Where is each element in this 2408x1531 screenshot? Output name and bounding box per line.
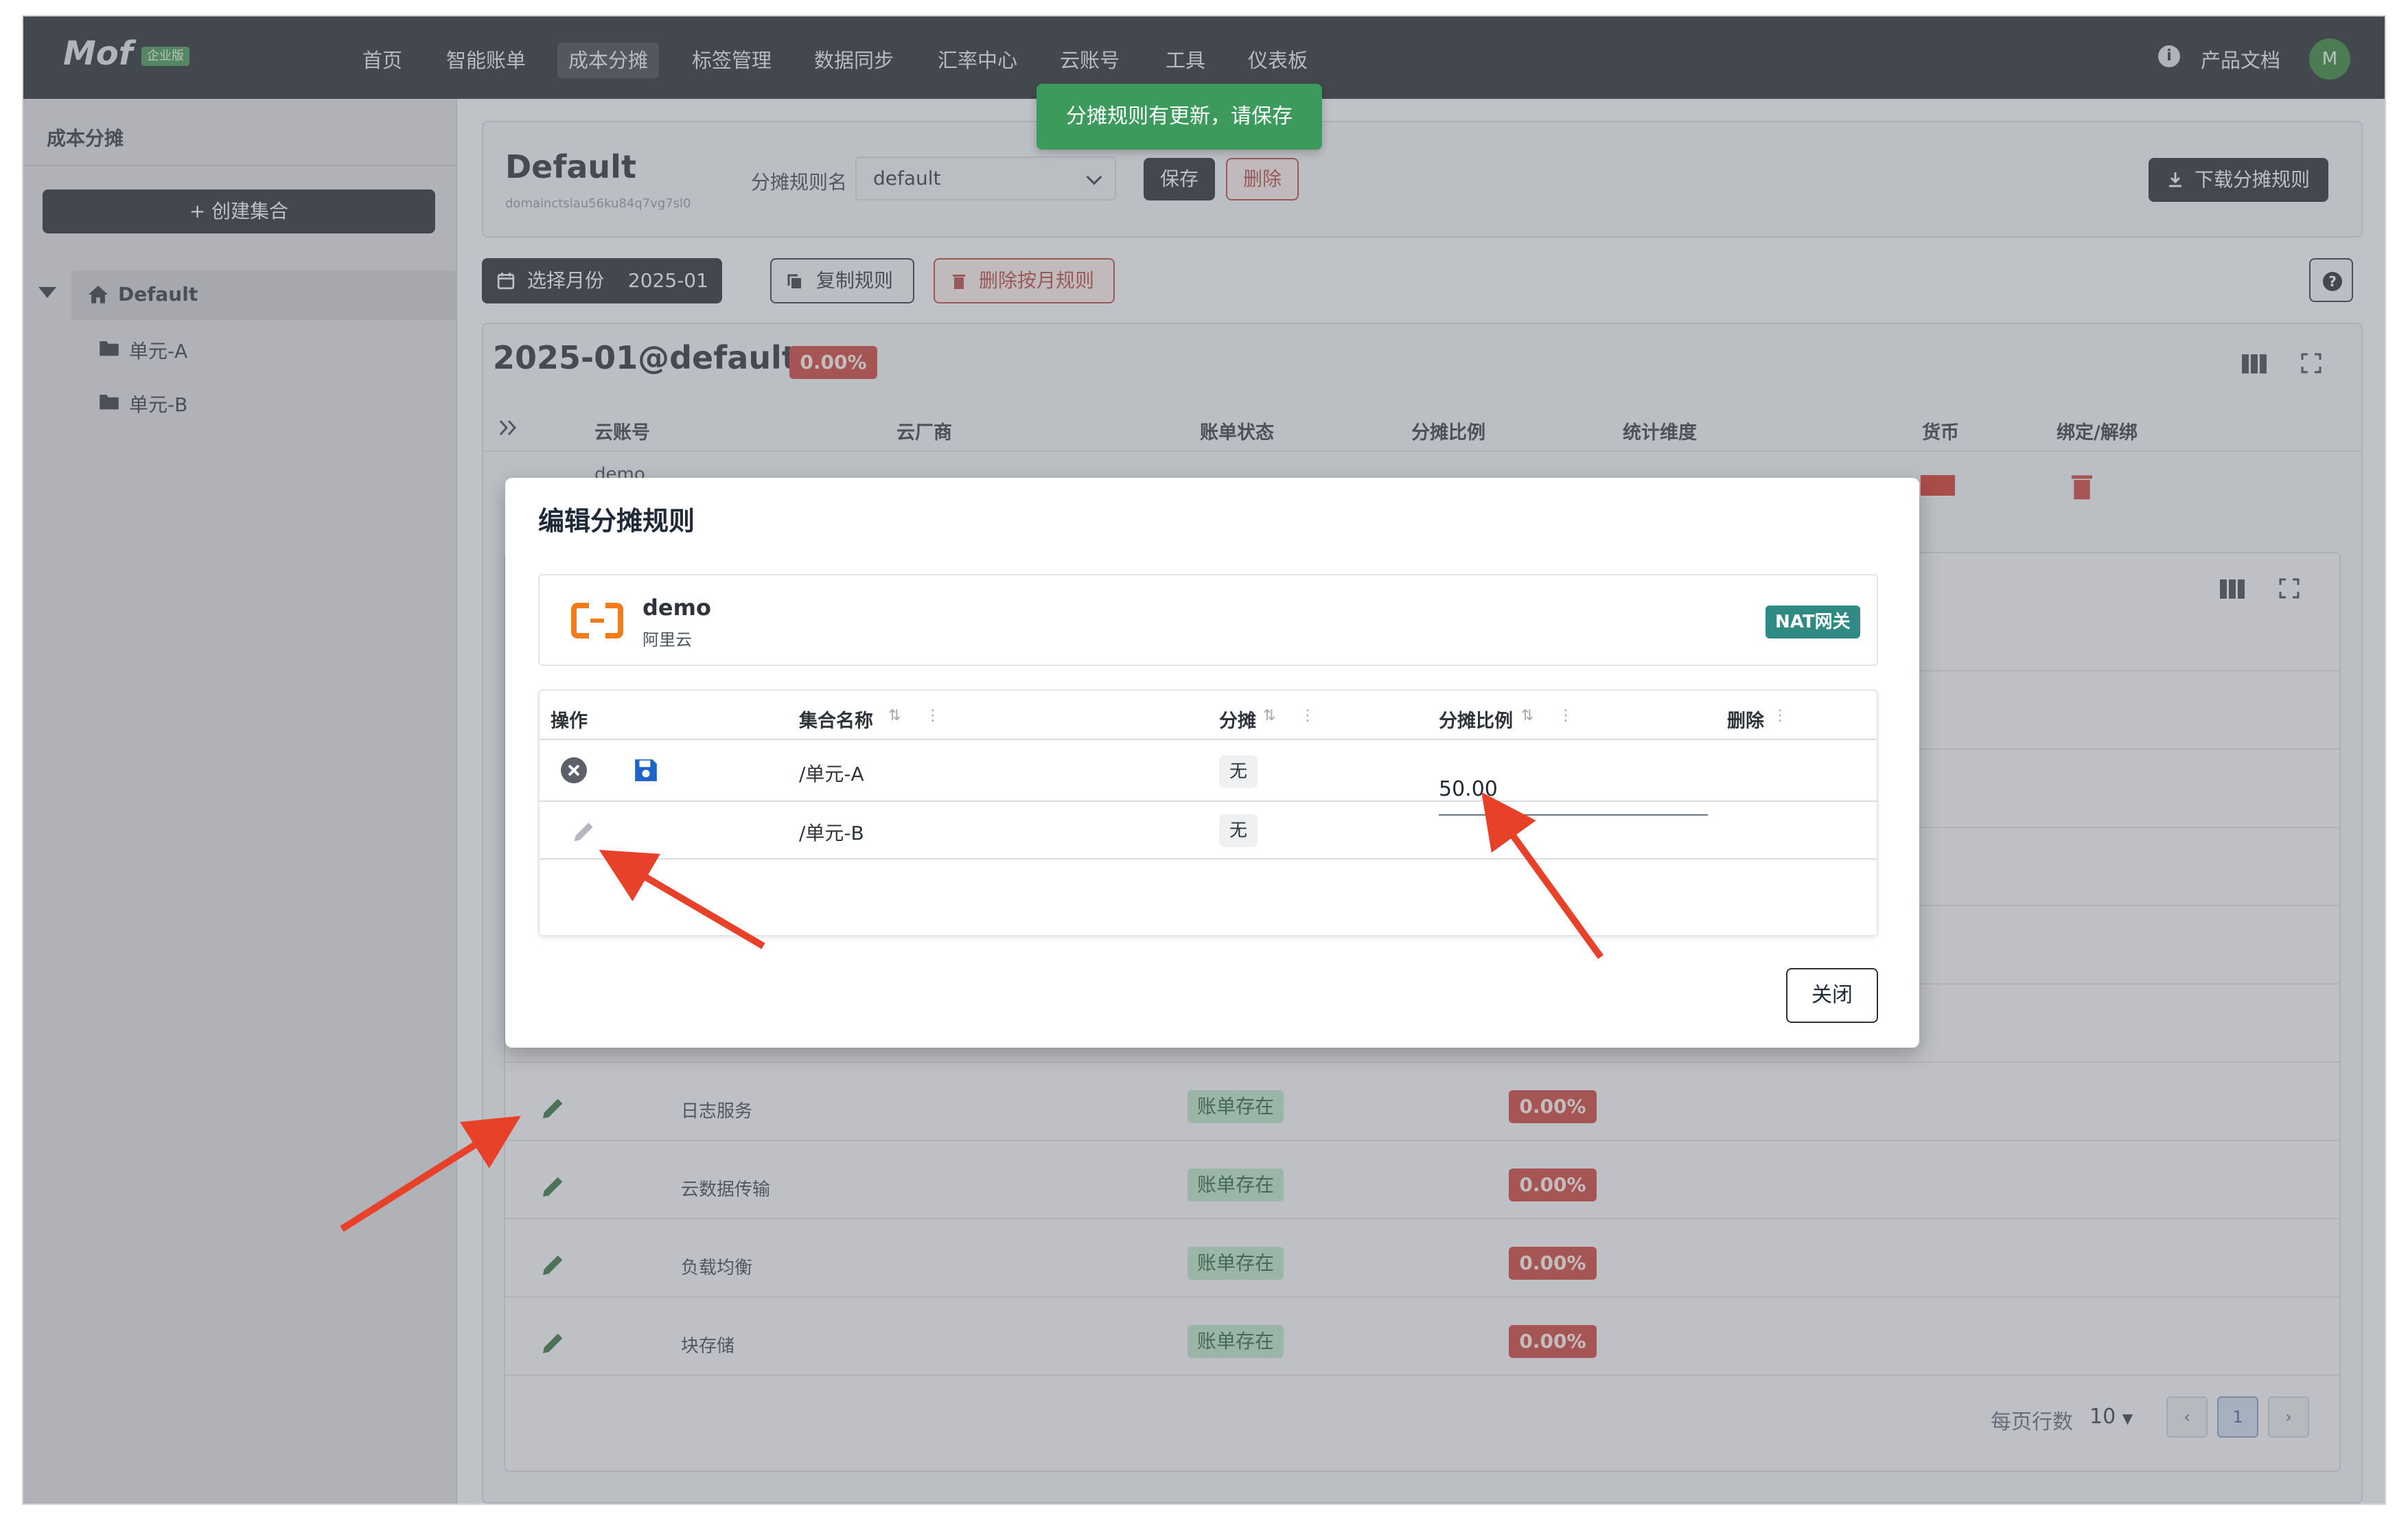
allocation-ratio-input[interactable]: 50.00: [1439, 768, 1708, 816]
column-menu-icon[interactable]: ⋮: [1300, 707, 1315, 724]
account-card: demo 阿里云 NAT网关: [538, 574, 1878, 666]
cancel-icon[interactable]: [560, 757, 588, 784]
sort-icon[interactable]: ⇅: [1263, 707, 1275, 724]
allocation-chip: 无: [1219, 755, 1258, 788]
account-provider: 阿里云: [642, 630, 692, 649]
sort-icon[interactable]: ⇅: [1521, 707, 1533, 724]
close-button[interactable]: 关闭: [1786, 968, 1878, 1023]
column-menu-icon[interactable]: ⋮: [1558, 707, 1573, 724]
col-delete: 删除: [1727, 711, 1764, 732]
update-toast: 分摊规则有更新，请保存: [1037, 84, 1322, 150]
dialog-title: 编辑分摊规则: [538, 506, 695, 536]
col-allocation-ratio[interactable]: 分摊比例: [1439, 706, 1513, 733]
account-name: demo: [642, 595, 711, 621]
save-icon[interactable]: [633, 757, 659, 784]
column-menu-icon[interactable]: ⋮: [1772, 707, 1787, 724]
row-divider: [540, 801, 1877, 802]
edit-pencil-icon[interactable]: [571, 818, 597, 844]
col-action: 操作: [551, 711, 588, 732]
collection-name: /单元-A: [799, 763, 864, 785]
app-window: Mof 企业版 首页 智能账单 成本分摊 标签管理 数据同步 汇率中心 云账号 …: [22, 15, 2386, 1505]
header-divider: [540, 739, 1877, 740]
edit-rule-dialog: 编辑分摊规则 demo 阿里云 NAT网关 操作 集合名称 ⇅ ⋮ 分摊 ⇅ ⋮…: [505, 478, 1919, 1048]
row-divider: [540, 858, 1877, 860]
sort-icon[interactable]: ⇅: [888, 707, 901, 724]
aliyun-logo-icon: [571, 603, 623, 638]
service-badge: NAT网关: [1766, 606, 1860, 638]
allocation-rule-table: 操作 集合名称 ⇅ ⋮ 分摊 ⇅ ⋮ 分摊比例 ⇅ ⋮ 删除 ⋮ /单元-A 无…: [538, 689, 1878, 936]
col-collection-name[interactable]: 集合名称: [799, 706, 873, 733]
col-allocation[interactable]: 分摊: [1219, 706, 1256, 733]
column-menu-icon[interactable]: ⋮: [925, 707, 940, 724]
allocation-chip: 无: [1219, 814, 1258, 847]
collection-name: /单元-B: [799, 822, 864, 844]
